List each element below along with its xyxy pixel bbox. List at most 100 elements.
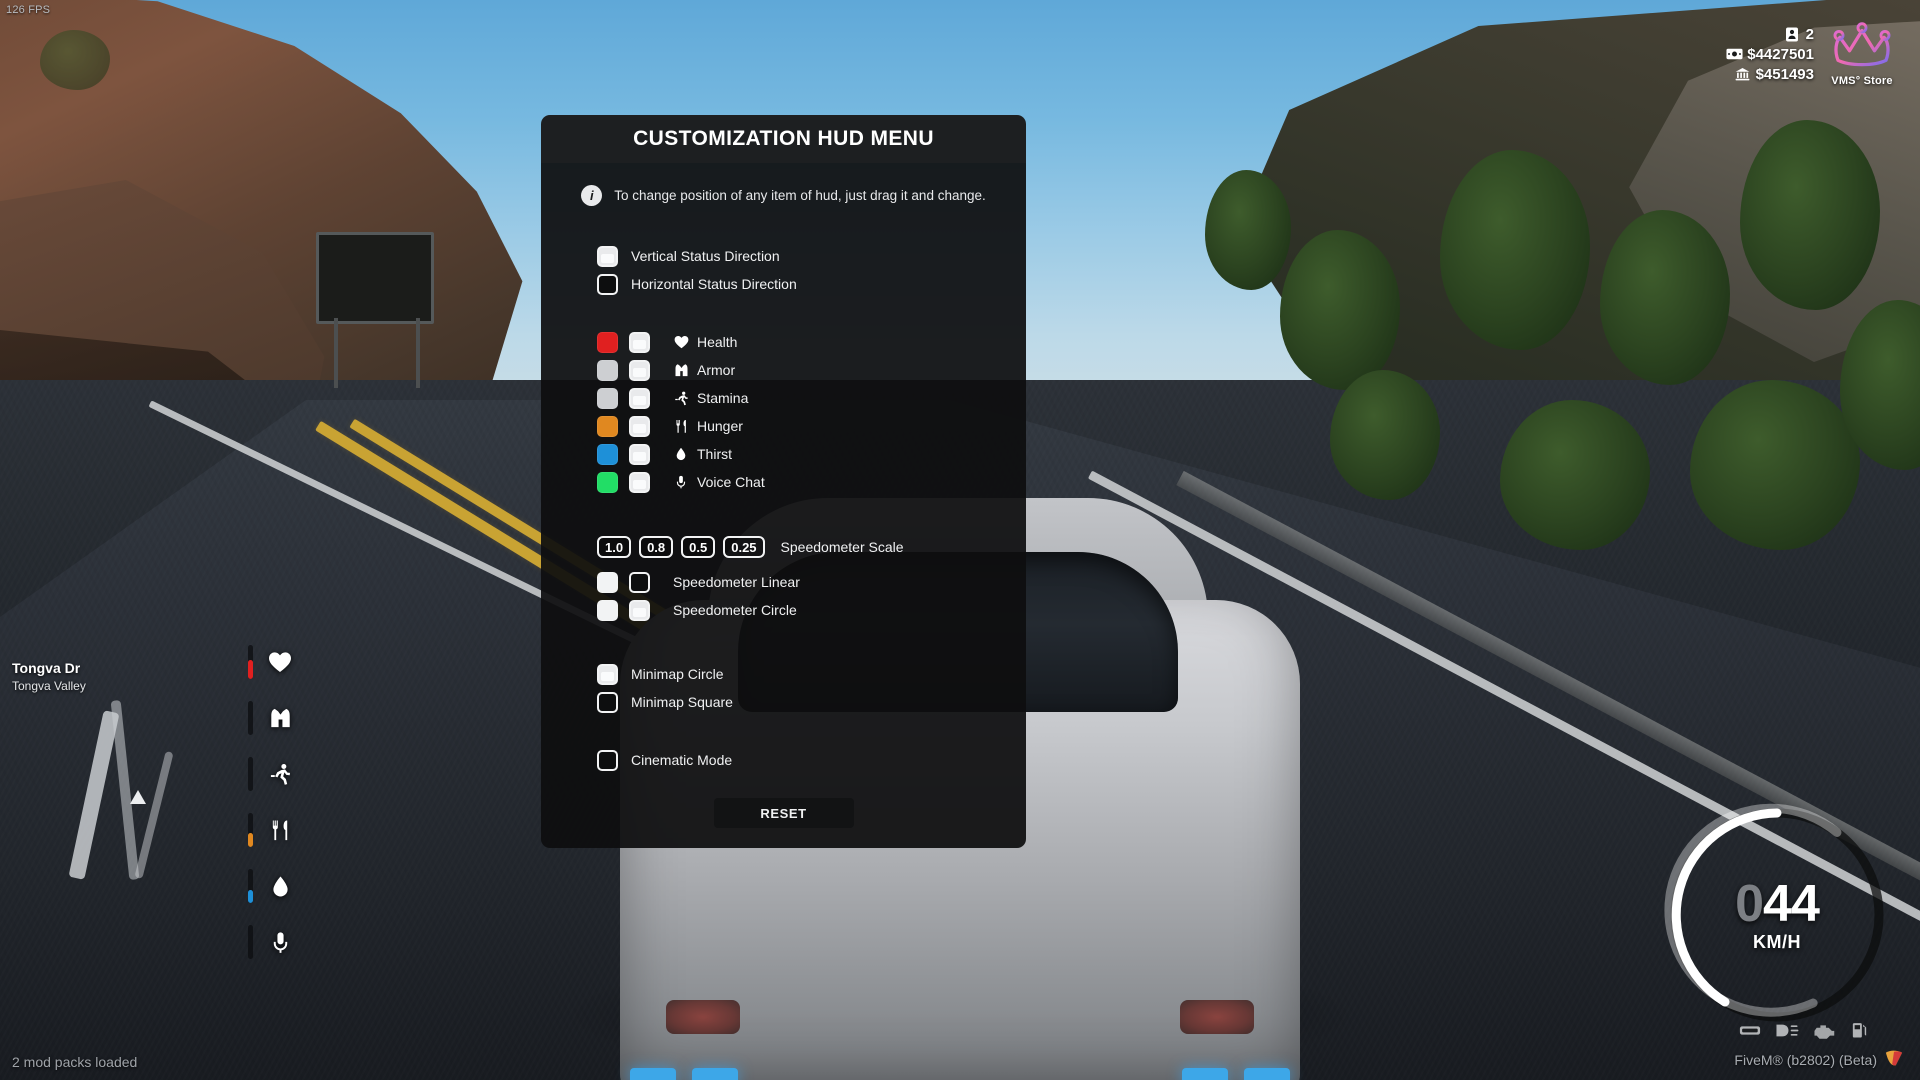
heart-icon	[267, 649, 293, 675]
status-option-name: Hunger	[673, 418, 743, 434]
cinematic-mode-checkbox[interactable]	[597, 749, 618, 771]
status-option-label: Hunger	[697, 418, 743, 434]
status-bar-track	[248, 813, 253, 847]
scale-button-2[interactable]: 0.8	[639, 536, 674, 558]
mod-packs-status: 2 mod packs loaded	[12, 1054, 138, 1070]
status-bar-voicechat	[248, 925, 293, 959]
minimap-circle-checkbox[interactable]	[597, 663, 618, 685]
status-option-armor[interactable]: Armor	[541, 356, 1026, 384]
speedometer-linear-swatch[interactable]	[597, 571, 618, 593]
status-option-label: Health	[697, 334, 738, 350]
fuel-icon	[1851, 1021, 1868, 1044]
scale-button-4[interactable]: 0.25	[723, 536, 765, 558]
speedometer-linear-checkbox[interactable]	[629, 571, 650, 593]
option-vertical-status-direction[interactable]: Vertical Status Direction	[541, 242, 1026, 270]
option-label: Horizontal Status Direction	[631, 276, 797, 292]
billboard-leg-right	[416, 318, 420, 388]
stamina-checkbox[interactable]	[629, 387, 650, 409]
status-option-name: Thirst	[673, 446, 732, 462]
heart-icon	[673, 334, 689, 350]
vms-store-label: VMS° Store	[1831, 75, 1893, 87]
vehicle-taillight-left	[666, 1000, 740, 1034]
reset-button[interactable]: RESET	[713, 798, 854, 828]
voicechat-color-swatch[interactable]	[597, 471, 618, 493]
voicechat-checkbox[interactable]	[629, 471, 650, 493]
mic-icon	[673, 474, 689, 490]
status-option-hunger[interactable]: Hunger	[541, 412, 1026, 440]
hunger-color-swatch[interactable]	[597, 415, 618, 437]
stamina-color-swatch[interactable]	[597, 387, 618, 409]
hunger-checkbox[interactable]	[629, 415, 650, 437]
scale-button-3[interactable]: 0.5	[681, 536, 716, 558]
bank-icon	[1735, 67, 1749, 82]
option-speedometer-circle[interactable]: Speedometer Circle	[541, 596, 1026, 624]
speedometer-scale-row: 1.0 0.8 0.5 0.25 Speedometer Scale	[541, 532, 1026, 562]
scale-button-1[interactable]: 1.0	[597, 536, 632, 558]
status-option-label: Armor	[697, 362, 736, 378]
status-option-health[interactable]: Health	[541, 328, 1026, 356]
armor-checkbox[interactable]	[629, 359, 650, 381]
option-minimap-circle[interactable]: Minimap Circle	[541, 660, 1026, 688]
billboard-leg-left	[334, 318, 338, 388]
option-label: Speedometer Circle	[673, 602, 797, 618]
runner-icon	[267, 761, 293, 787]
runner-icon	[673, 390, 689, 406]
option-label: Minimap Circle	[631, 666, 724, 682]
status-option-voicechat[interactable]: Voice Chat	[541, 468, 1026, 496]
option-label: Vertical Status Direction	[631, 248, 780, 264]
health-color-swatch[interactable]	[597, 331, 618, 353]
status-option-name: Armor	[673, 362, 735, 378]
status-bar-thirst	[248, 869, 293, 903]
status-option-stamina[interactable]: Stamina	[541, 384, 1026, 412]
option-horizontal-status-direction[interactable]: Horizontal Status Direction	[541, 270, 1026, 298]
speedometer-circle-swatch[interactable]	[597, 599, 618, 621]
speed-unit: KM/H	[1753, 931, 1801, 952]
status-option-label: Stamina	[697, 390, 749, 406]
option-label-wrap: Speedometer Linear	[673, 574, 800, 590]
thirst-color-swatch[interactable]	[597, 443, 618, 465]
armor-color-swatch[interactable]	[597, 359, 618, 381]
menu-info-row: i To change position of any item of hud,…	[541, 185, 1026, 206]
minimap-road	[134, 750, 174, 880]
status-hud	[248, 645, 293, 959]
status-bar-armor	[248, 701, 293, 735]
option-cinematic-mode[interactable]: Cinematic Mode	[541, 746, 1026, 774]
food-icon	[673, 418, 689, 434]
cash-amount: $4427501	[1747, 46, 1814, 63]
speedometer-scale-label: Speedometer Scale	[780, 539, 904, 555]
fivem-version-text: FiveM® (b2802) (Beta)	[1734, 1051, 1877, 1068]
fivem-logo-icon	[1884, 1049, 1904, 1070]
status-option-thirst[interactable]: Thirst	[541, 440, 1026, 468]
players-count-row: 2	[1785, 26, 1814, 43]
cash-row: $4427501	[1726, 46, 1814, 63]
thirst-checkbox[interactable]	[629, 443, 650, 465]
cash-icon	[1726, 47, 1743, 62]
speed-value: 44	[1763, 874, 1820, 933]
status-bar-track	[248, 757, 253, 791]
speedometer: 044 KM/H	[1652, 790, 1902, 1040]
tree	[40, 30, 110, 90]
reset-row: RESET	[541, 774, 1026, 848]
vms-store-logo[interactable]: VMS° Store	[1828, 22, 1896, 87]
tree	[1600, 210, 1730, 385]
minimap-square-checkbox[interactable]	[597, 691, 618, 713]
tree	[1440, 150, 1590, 350]
option-speedometer-linear[interactable]: Speedometer Linear	[541, 568, 1026, 596]
horizontal-status-direction-checkbox[interactable]	[597, 273, 618, 295]
speedometer-circle-checkbox[interactable]	[629, 599, 650, 621]
status-option-name: Health	[673, 334, 737, 350]
status-bar-fill	[248, 660, 253, 679]
option-minimap-square[interactable]: Minimap Square	[541, 688, 1026, 716]
status-bar-fill	[248, 890, 253, 903]
option-label: Minimap Square	[631, 694, 733, 710]
minimap-road	[68, 710, 120, 880]
minimap	[0, 690, 240, 880]
vertical-status-direction-checkbox[interactable]	[597, 245, 618, 267]
street-indicator: Tongva Dr Tongva Valley	[12, 660, 86, 693]
option-label: Cinematic Mode	[631, 752, 733, 768]
status-bar-hunger	[248, 813, 293, 847]
health-checkbox[interactable]	[629, 331, 650, 353]
